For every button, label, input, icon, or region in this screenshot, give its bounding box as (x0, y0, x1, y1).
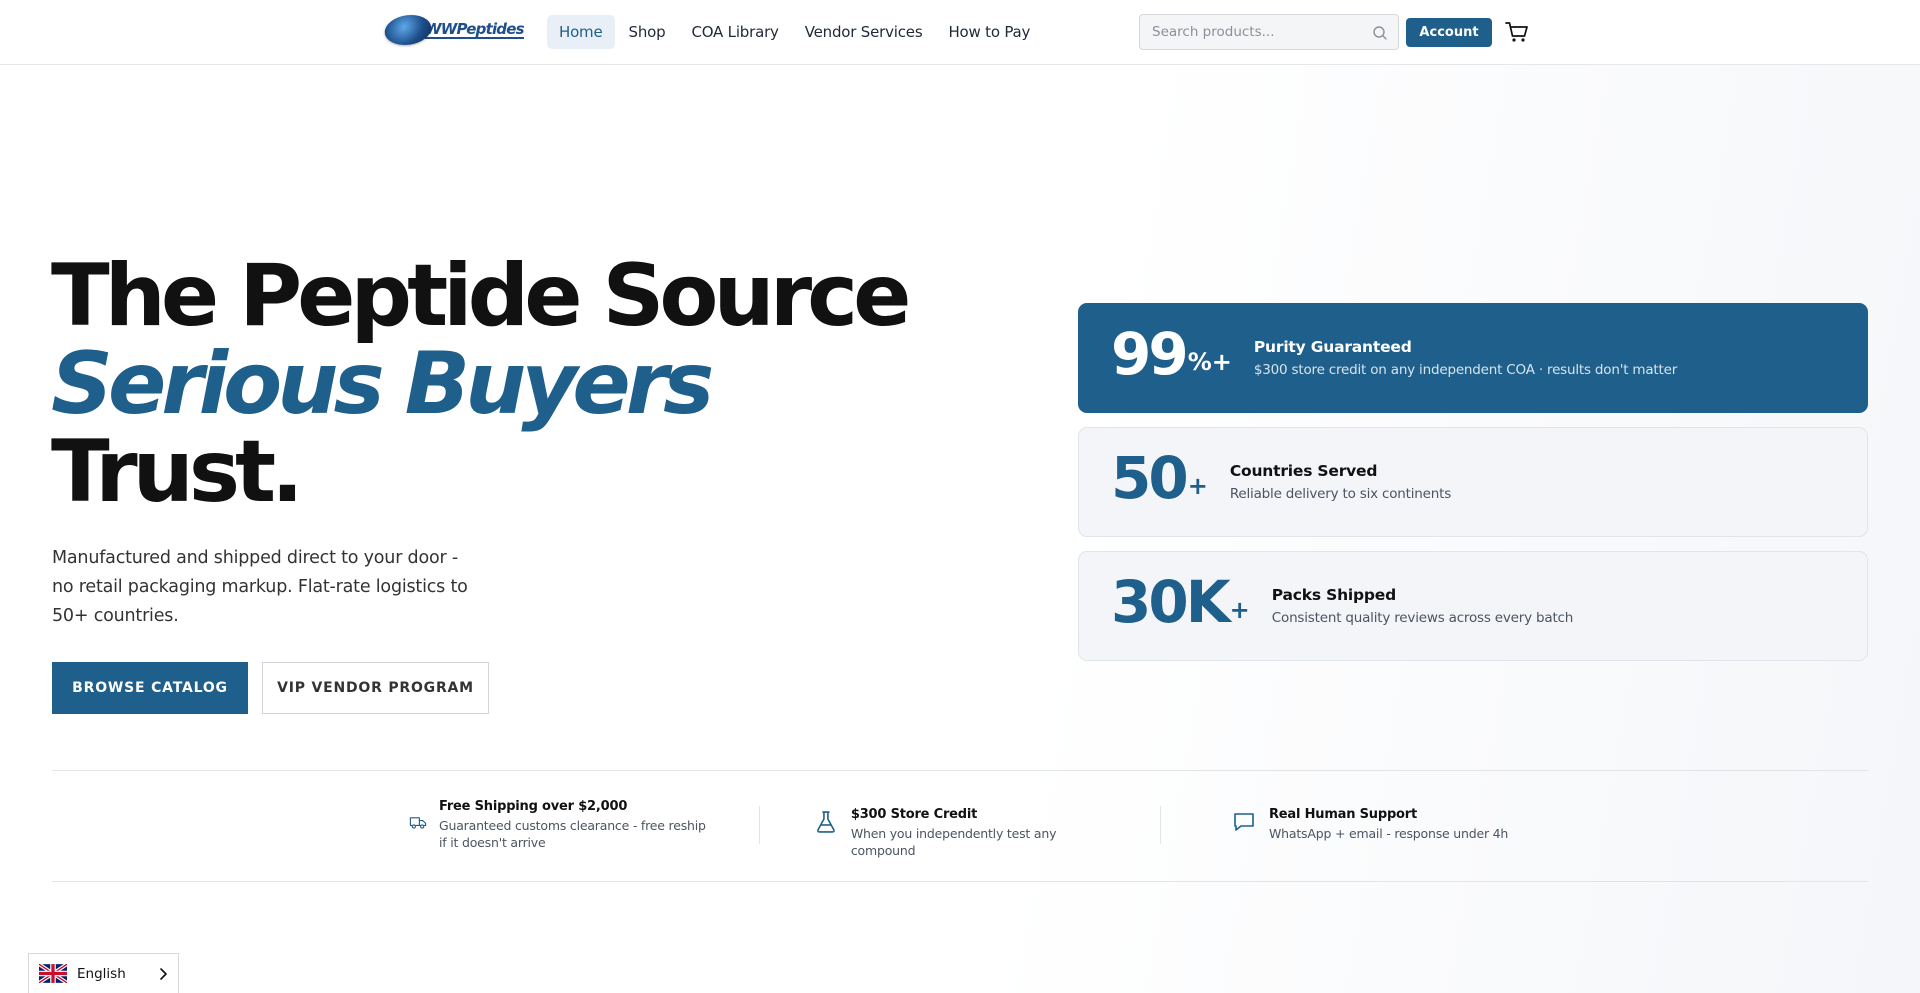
chevron-right-icon (160, 968, 167, 980)
search-icon[interactable] (1372, 25, 1388, 41)
stat-title: Countries Served (1229, 462, 1378, 480)
main-nav: Home Shop COA Library Vendor Services Ho… (547, 15, 1044, 49)
hero-title-line-1: The Peptide Source (51, 246, 911, 346)
stat-text: Countries Served Reliable delivery to si… (1230, 462, 1451, 502)
nav-shop[interactable]: Shop (617, 15, 678, 49)
feature-text: Real Human Support WhatsApp + email - re… (1269, 805, 1508, 842)
feature-text: Free Shipping over $2,000 Guaranteed cus… (439, 797, 709, 851)
stat-card-packs: 30K+ Packs Shipped Consistent quality re… (1078, 551, 1868, 661)
hero-title-accent: Serious Buyers (51, 334, 714, 434)
stat-title: Packs Shipped (1271, 586, 1397, 604)
feature-title: $300 Store Credit (850, 807, 978, 822)
divider (52, 770, 1868, 771)
stat-number: 50+ (1111, 448, 1208, 516)
hero-title-line-3: Trust. (51, 422, 304, 522)
truck-icon (409, 817, 427, 829)
stat-number: 30K+ (1111, 572, 1250, 640)
feature-store-credit: $300 Store Credit When you independently… (813, 805, 1123, 859)
stat-description: Consistent quality reviews across every … (1271, 610, 1574, 626)
stat-value: 50 (1111, 444, 1189, 512)
stat-card-countries: 50+ Countries Served Reliable delivery t… (1078, 427, 1868, 537)
uk-flag-icon (39, 964, 67, 983)
stat-suffix: + (1187, 472, 1208, 500)
stat-suffix: + (1229, 596, 1250, 624)
browse-catalog-button[interactable]: BROWSE CATALOG (52, 662, 248, 714)
nav-how-to-pay[interactable]: How to Pay (936, 15, 1042, 49)
account-button[interactable]: Account (1406, 18, 1492, 47)
search-box (1139, 14, 1399, 50)
stat-number: 99%+ (1111, 324, 1232, 392)
feature-description: When you independently test any compound (850, 826, 1057, 858)
nav-coa-library[interactable]: COA Library (679, 15, 790, 49)
stat-text: Packs Shipped Consistent quality reviews… (1271, 586, 1574, 626)
language-selector[interactable]: English (28, 953, 179, 993)
feature-separator (759, 806, 760, 844)
search-input[interactable] (1140, 15, 1360, 49)
chat-icon (1234, 813, 1254, 831)
globe-logo-icon (381, 15, 435, 45)
feature-human-support: Real Human Support WhatsApp + email - re… (1231, 805, 1531, 842)
stat-value: 30K (1111, 568, 1231, 636)
feature-title: Real Human Support (1269, 807, 1418, 822)
stat-value: 99 (1111, 320, 1189, 388)
divider (52, 881, 1868, 882)
hero-title: The Peptide Source Serious Buyers Trust. (51, 246, 911, 522)
feature-free-shipping: Free Shipping over $2,000 Guaranteed cus… (409, 797, 709, 851)
stat-text: Purity Guaranteed $300 store credit on a… (1254, 338, 1677, 378)
vip-vendor-program-button[interactable]: VIP VENDOR PROGRAM (262, 662, 489, 714)
nav-vendor-services[interactable]: Vendor Services (793, 15, 935, 49)
logo-text: WWPeptides (425, 20, 525, 39)
feature-description: WhatsApp + email - response under 4h (1269, 826, 1509, 841)
stat-card-purity: 99%+ Purity Guaranteed $300 store credit… (1078, 303, 1868, 413)
feature-text: $300 Store Credit When you independently… (851, 805, 1123, 859)
nav-home[interactable]: Home (547, 15, 615, 49)
site-logo[interactable]: WWPeptides (381, 14, 525, 46)
feature-description: Guaranteed customs clearance - free resh… (439, 818, 706, 850)
language-label: English (77, 965, 126, 982)
stat-description: Reliable delivery to six continents (1229, 486, 1452, 502)
hero-subtitle: Manufactured and shipped direct to your … (52, 548, 468, 626)
flask-icon (817, 811, 835, 833)
feature-title: Free Shipping over $2,000 (439, 799, 628, 814)
stat-suffix: %+ (1187, 348, 1232, 376)
stat-description: $300 store credit on any independent COA… (1253, 362, 1678, 378)
cart-icon[interactable] (1505, 21, 1529, 43)
stat-title: Purity Guaranteed (1253, 338, 1412, 356)
site-header: WWPeptides Home Shop COA Library Vendor … (0, 0, 1920, 65)
feature-separator (1160, 806, 1161, 844)
